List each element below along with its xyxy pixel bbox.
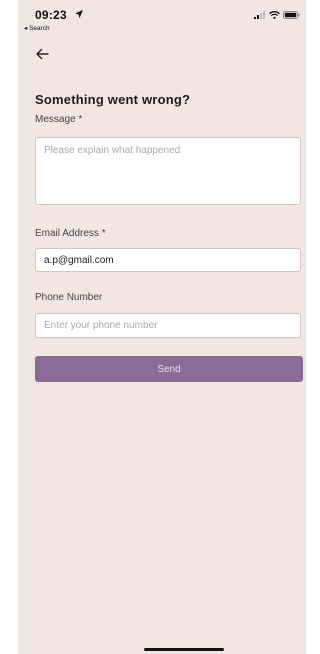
status-indicators: [254, 11, 300, 19]
status-bar: 09:23 ◂ Search: [18, 0, 306, 40]
battery-icon: [283, 11, 300, 19]
signal-icon: [254, 11, 265, 19]
wifi-icon: [269, 11, 280, 19]
back-to-app-link[interactable]: ◂ Search: [24, 24, 50, 32]
send-button-label: Send: [157, 363, 181, 375]
email-field[interactable]: [35, 248, 301, 272]
email-label: Email Address *: [35, 228, 106, 239]
message-field[interactable]: [35, 137, 301, 205]
app-screen: 09:23 ◂ Search Something went wrong? Mes…: [18, 0, 306, 654]
send-button[interactable]: Send: [35, 356, 303, 382]
home-indicator: [144, 648, 224, 651]
page-title: Something went wrong?: [35, 92, 191, 107]
phone-label: Phone Number: [35, 292, 103, 303]
status-time: 09:23: [35, 8, 67, 22]
location-arrow-icon: [75, 10, 83, 18]
back-arrow-icon[interactable]: [34, 46, 50, 62]
message-label: Message *: [35, 114, 83, 125]
phone-field[interactable]: [35, 313, 301, 338]
